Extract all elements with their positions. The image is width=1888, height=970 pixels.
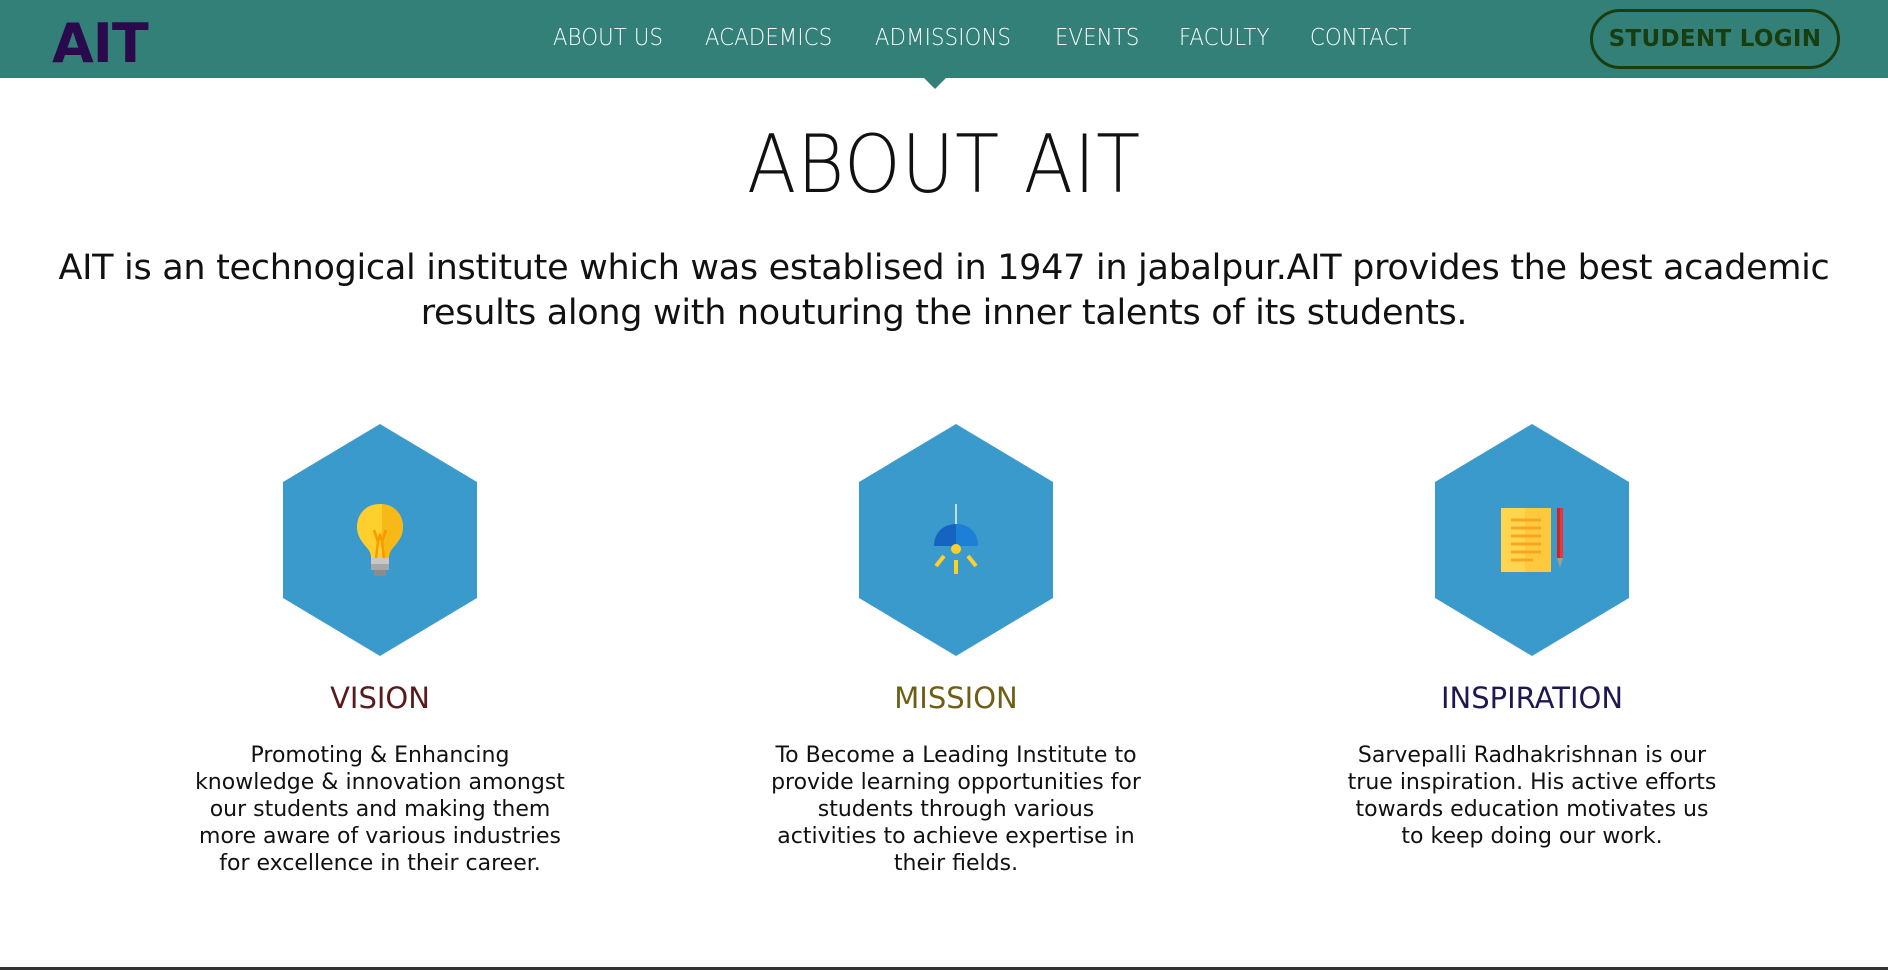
page-title: ABOUT AIT xyxy=(747,118,1141,211)
inspiration-card: INSPIRATION Sarvepalli Radhakrishnan is … xyxy=(1322,424,1742,850)
navbar: AIT ABOUT US ACADEMICS ADMISSIONS EVENTS… xyxy=(0,0,1888,78)
main-nav: ABOUT US ACADEMICS ADMISSIONS EVENTS FAC… xyxy=(553,20,1414,56)
vision-card: VISION Promoting & Enhancing knowledge &… xyxy=(170,424,590,877)
notebook-pen-icon xyxy=(1497,504,1567,576)
vision-text: Promoting & Enhancing knowledge & innova… xyxy=(195,743,565,876)
inspiration-title: INSPIRATION xyxy=(1440,681,1624,715)
mission-hexagon xyxy=(859,424,1053,656)
lightbulb-icon xyxy=(352,500,408,580)
nav-item-contact[interactable]: CONTACT xyxy=(1310,25,1412,51)
intro-paragraph: AIT is an technogical institute which wa… xyxy=(58,248,1830,333)
nav-item-about-us[interactable]: ABOUT US xyxy=(553,25,663,51)
nav-item-admissions[interactable]: ADMISSIONS xyxy=(875,25,1011,51)
nav-item-academics[interactable]: ACADEMICS xyxy=(705,25,832,51)
vision-hexagon xyxy=(283,424,477,656)
nav-item-faculty[interactable]: FACULTY xyxy=(1179,25,1270,51)
site-logo[interactable]: AIT xyxy=(52,10,149,78)
inspiration-hexagon xyxy=(1435,424,1629,656)
vision-title: VISION xyxy=(330,681,430,715)
mission-card: MISSION To Become a Leading Institute to… xyxy=(746,424,1166,877)
active-nav-indicator xyxy=(924,78,946,89)
mission-text: To Become a Leading Institute to provide… xyxy=(771,743,1141,876)
lamp-icon xyxy=(926,504,986,576)
student-login-button[interactable]: STUDENT LOGIN xyxy=(1590,9,1840,69)
inspiration-text: Sarvepalli Radhakrishnan is our true ins… xyxy=(1347,743,1717,849)
mission-title: MISSION xyxy=(894,681,1018,715)
nav-item-events[interactable]: EVENTS xyxy=(1055,25,1140,51)
